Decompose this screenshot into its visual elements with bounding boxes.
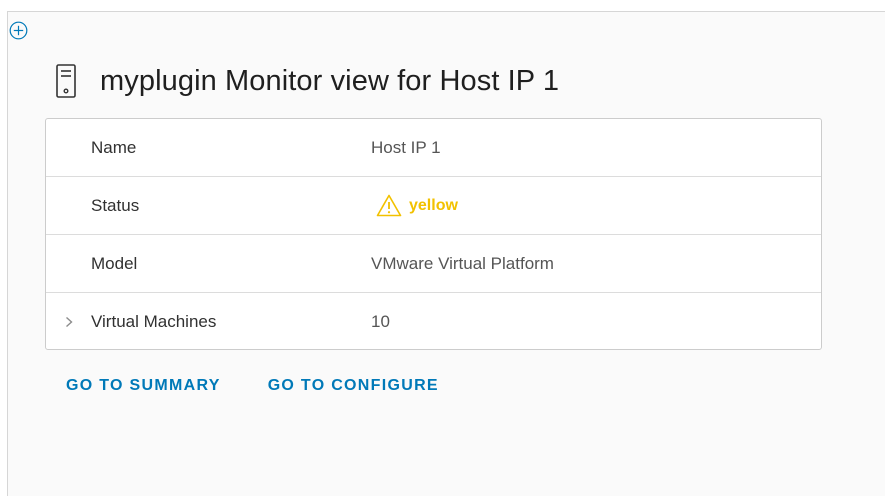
host-server-icon [56, 64, 76, 98]
properties-table: Name Host IP 1 Status yellow Model VMwar… [45, 118, 822, 350]
warning-triangle-icon [376, 194, 402, 217]
property-label: Model [91, 254, 138, 273]
page-title: myplugin Monitor view for Host IP 1 [100, 64, 560, 97]
page-header: myplugin Monitor view for Host IP 1 [56, 64, 559, 98]
property-row-name: Name Host IP 1 [46, 119, 821, 177]
property-value: Host IP 1 [371, 119, 441, 176]
circle-plus-icon[interactable] [9, 21, 28, 40]
status-value: yellow [409, 197, 458, 214]
vm-count-value: 10 [371, 312, 390, 331]
model-value: VMware Virtual Platform [371, 254, 554, 273]
go-to-summary-link[interactable]: GO TO SUMMARY [66, 377, 221, 395]
property-value: yellow [371, 177, 458, 234]
property-label: Status [91, 196, 140, 215]
property-value: 10 [371, 293, 390, 349]
host-name-value: Host IP 1 [371, 138, 441, 157]
property-label: Virtual Machines [91, 312, 217, 331]
property-row-model: Model VMware Virtual Platform [46, 235, 821, 293]
go-to-configure-link[interactable]: GO TO CONFIGURE [268, 377, 439, 395]
property-label: Name [91, 138, 137, 157]
property-row-status: Status yellow [46, 177, 821, 235]
chevron-right-icon[interactable] [65, 293, 73, 349]
property-value: VMware Virtual Platform [371, 235, 554, 292]
property-row-virtual-machines[interactable]: Virtual Machines 10 [46, 293, 821, 349]
action-links: GO TO SUMMARY GO TO CONFIGURE [66, 377, 439, 395]
